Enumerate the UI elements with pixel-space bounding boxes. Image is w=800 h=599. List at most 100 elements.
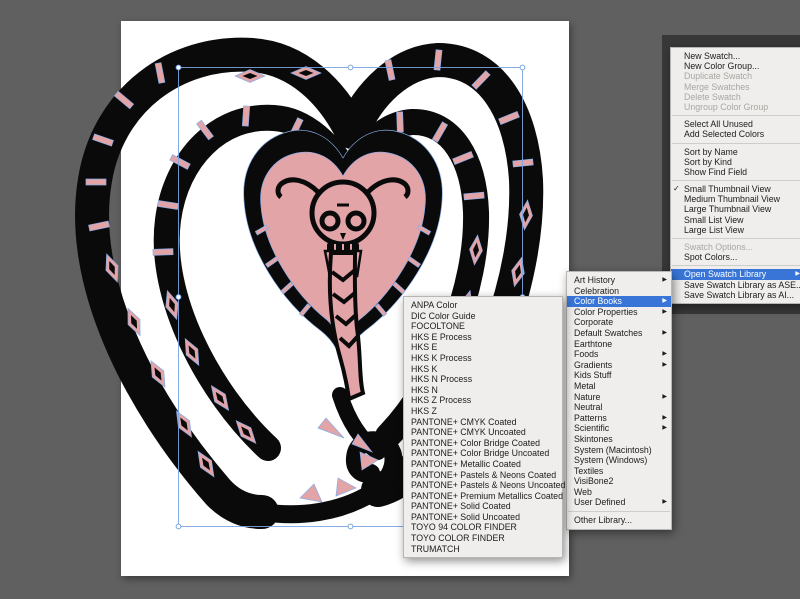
menu-item-label: Kids Stuff	[574, 370, 612, 380]
menu-item-label: Large List View	[684, 225, 744, 235]
menu-item-earthtone[interactable]: Earthtone	[567, 339, 671, 350]
menu-item-celebration[interactable]: Celebration	[567, 286, 671, 297]
color-books-submenu: ANPA ColorDIC Color GuideFOCOLTONEHKS E …	[403, 296, 563, 558]
menu-item-label: Foods	[574, 349, 598, 359]
menu-item-label: Nature	[574, 392, 600, 402]
menu-item-label: Select All Unused	[684, 119, 753, 129]
menu-item-label: System (Windows)	[574, 455, 647, 465]
submenu-arrow-icon: ▶	[662, 497, 667, 508]
menu-item-color-books[interactable]: Color Books▶	[567, 296, 671, 307]
menu-item-pantone-color-bridge-uncoated[interactable]: PANTONE+ Color Bridge Uncoated	[404, 448, 562, 459]
menu-item-kids-stuff[interactable]: Kids Stuff	[567, 370, 671, 381]
menu-item-pantone-color-bridge-coated[interactable]: PANTONE+ Color Bridge Coated	[404, 438, 562, 449]
menu-item-art-history[interactable]: Art History▶	[567, 275, 671, 286]
menu-item-label: Add Selected Colors	[684, 129, 764, 139]
menu-item-pantone-metallic-coated[interactable]: PANTONE+ Metallic Coated	[404, 459, 562, 470]
menu-item-anpa-color[interactable]: ANPA Color	[404, 300, 562, 311]
menu-item-duplicate-swatch: Duplicate Swatch	[671, 71, 800, 81]
menu-item-default-swatches[interactable]: Default Swatches▶	[567, 328, 671, 339]
menu-item-add-selected-colors[interactable]: Add Selected Colors	[671, 129, 800, 139]
menu-item-label: TRUMATCH	[411, 544, 460, 554]
menu-item-other-library[interactable]: Other Library...	[567, 515, 671, 526]
menu-item-label: Medium Thumbnail View	[684, 194, 780, 204]
menu-item-web[interactable]: Web	[567, 487, 671, 498]
menu-item-hks-k[interactable]: HKS K	[404, 364, 562, 375]
menu-item-medium-thumbnail-view[interactable]: Medium Thumbnail View	[671, 194, 800, 204]
menu-item-show-find-field[interactable]: Show Find Field	[671, 167, 800, 177]
menu-item-label: Merge Swatches	[684, 82, 750, 92]
menu-item-label: Delete Swatch	[684, 92, 741, 102]
menu-item-system-macintosh[interactable]: System (Macintosh)	[567, 445, 671, 456]
menu-item-gradients[interactable]: Gradients▶	[567, 360, 671, 371]
menu-item-neutral[interactable]: Neutral	[567, 402, 671, 413]
menu-item-pantone-pastels-neons-coated[interactable]: PANTONE+ Pastels & Neons Coated	[404, 470, 562, 481]
menu-item-label: Swatch Options...	[684, 242, 753, 252]
menu-item-hks-n[interactable]: HKS N	[404, 385, 562, 396]
menu-item-label: PANTONE+ Solid Uncoated	[411, 512, 520, 522]
menu-item-select-all-unused[interactable]: Select All Unused	[671, 119, 800, 129]
menu-item-foods[interactable]: Foods▶	[567, 349, 671, 360]
menu-item-metal[interactable]: Metal	[567, 381, 671, 392]
menu-item-visibone2[interactable]: VisiBone2	[567, 476, 671, 487]
menu-item-sort-by-name[interactable]: Sort by Name	[671, 147, 800, 157]
menu-item-sort-by-kind[interactable]: Sort by Kind	[671, 157, 800, 167]
menu-item-save-swatch-library-as-ase[interactable]: Save Swatch Library as ASE...	[671, 280, 800, 290]
menu-item-nature[interactable]: Nature ▶	[567, 392, 671, 403]
menu-item-label: Small List View	[684, 215, 743, 225]
menu-item-corporate[interactable]: Corporate	[567, 317, 671, 328]
menu-item-label: HKS N Process	[411, 374, 472, 384]
menu-item-swatch-options: Swatch Options...	[671, 242, 800, 252]
menu-item-skintones[interactable]: Skintones	[567, 434, 671, 445]
menu-item-save-swatch-library-as-ai[interactable]: Save Swatch Library as AI...	[671, 290, 800, 300]
menu-item-label: PANTONE+ CMYK Coated	[411, 417, 517, 427]
menu-item-label: Save Swatch Library as AI...	[684, 290, 794, 300]
menu-item-label: HKS E	[411, 342, 437, 352]
menu-item-hks-k-process[interactable]: HKS K Process	[404, 353, 562, 364]
menu-item-label: Show Find Field	[684, 167, 747, 177]
menu-item-new-swatch[interactable]: New Swatch...	[671, 51, 800, 61]
menu-item-spot-colors[interactable]: Spot Colors...	[671, 252, 800, 262]
menu-item-small-thumbnail-view[interactable]: ✓Small Thumbnail View	[671, 184, 800, 194]
menu-item-small-list-view[interactable]: Small List View	[671, 215, 800, 225]
menu-item-large-list-view[interactable]: Large List View	[671, 225, 800, 235]
menu-item-patterns[interactable]: Patterns▶	[567, 413, 671, 424]
menu-item-label: Art History	[574, 275, 615, 285]
menu-item-scientific[interactable]: Scientific▶	[567, 423, 671, 434]
menu-separator	[568, 511, 670, 512]
menu-item-pantone-cmyk-coated[interactable]: PANTONE+ CMYK Coated	[404, 417, 562, 428]
menu-item-toyo-color-finder[interactable]: TOYO COLOR FINDER	[404, 533, 562, 544]
menu-item-label: HKS E Process	[411, 332, 472, 342]
menu-item-hks-n-process[interactable]: HKS N Process	[404, 374, 562, 385]
menu-item-user-defined[interactable]: User Defined▶	[567, 497, 671, 508]
menu-item-hks-e[interactable]: HKS E	[404, 342, 562, 353]
menu-item-pantone-solid-uncoated[interactable]: PANTONE+ Solid Uncoated	[404, 512, 562, 523]
menu-item-label: HKS K	[411, 364, 437, 374]
menu-item-label: HKS N	[411, 385, 438, 395]
menu-item-pantone-pastels-neons-uncoated[interactable]: PANTONE+ Pastels & Neons Uncoated	[404, 480, 562, 491]
menu-item-color-properties[interactable]: Color Properties▶	[567, 307, 671, 318]
menu-item-system-windows[interactable]: System (Windows)	[567, 455, 671, 466]
menu-item-hks-e-process[interactable]: HKS E Process	[404, 332, 562, 343]
menu-item-hks-z-process[interactable]: HKS Z Process	[404, 395, 562, 406]
menu-item-label: Spot Colors...	[684, 252, 737, 262]
menu-item-label: Skintones	[574, 434, 613, 444]
menu-item-pantone-solid-coated[interactable]: PANTONE+ Solid Coated	[404, 501, 562, 512]
menu-item-dic-color-guide[interactable]: DIC Color Guide	[404, 311, 562, 322]
submenu-arrow-icon: ▶	[662, 392, 667, 403]
menu-item-pantone-cmyk-uncoated[interactable]: PANTONE+ CMYK Uncoated	[404, 427, 562, 438]
menu-item-focoltone[interactable]: FOCOLTONE	[404, 321, 562, 332]
menu-item-label: PANTONE+ Color Bridge Uncoated	[411, 448, 549, 458]
menu-item-large-thumbnail-view[interactable]: Large Thumbnail View	[671, 204, 800, 214]
menu-item-label: Large Thumbnail View	[684, 204, 771, 214]
menu-item-label: PANTONE+ Pastels & Neons Uncoated	[411, 480, 565, 490]
menu-separator	[672, 115, 800, 116]
menu-item-new-color-group[interactable]: New Color Group...	[671, 61, 800, 71]
menu-item-trumatch[interactable]: TRUMATCH	[404, 544, 562, 555]
menu-item-open-swatch-library[interactable]: Open Swatch Library▶	[671, 269, 800, 279]
menu-item-toyo-94-color-finder[interactable]: TOYO 94 COLOR FINDER	[404, 522, 562, 533]
menu-item-textiles[interactable]: Textiles	[567, 466, 671, 477]
menu-item-hks-z[interactable]: HKS Z	[404, 406, 562, 417]
menu-item-label: System (Macintosh)	[574, 445, 652, 455]
menu-item-pantone-premium-metallics-coated[interactable]: PANTONE+ Premium Metallics Coated	[404, 491, 562, 502]
menu-item-label: Patterns	[574, 413, 607, 423]
